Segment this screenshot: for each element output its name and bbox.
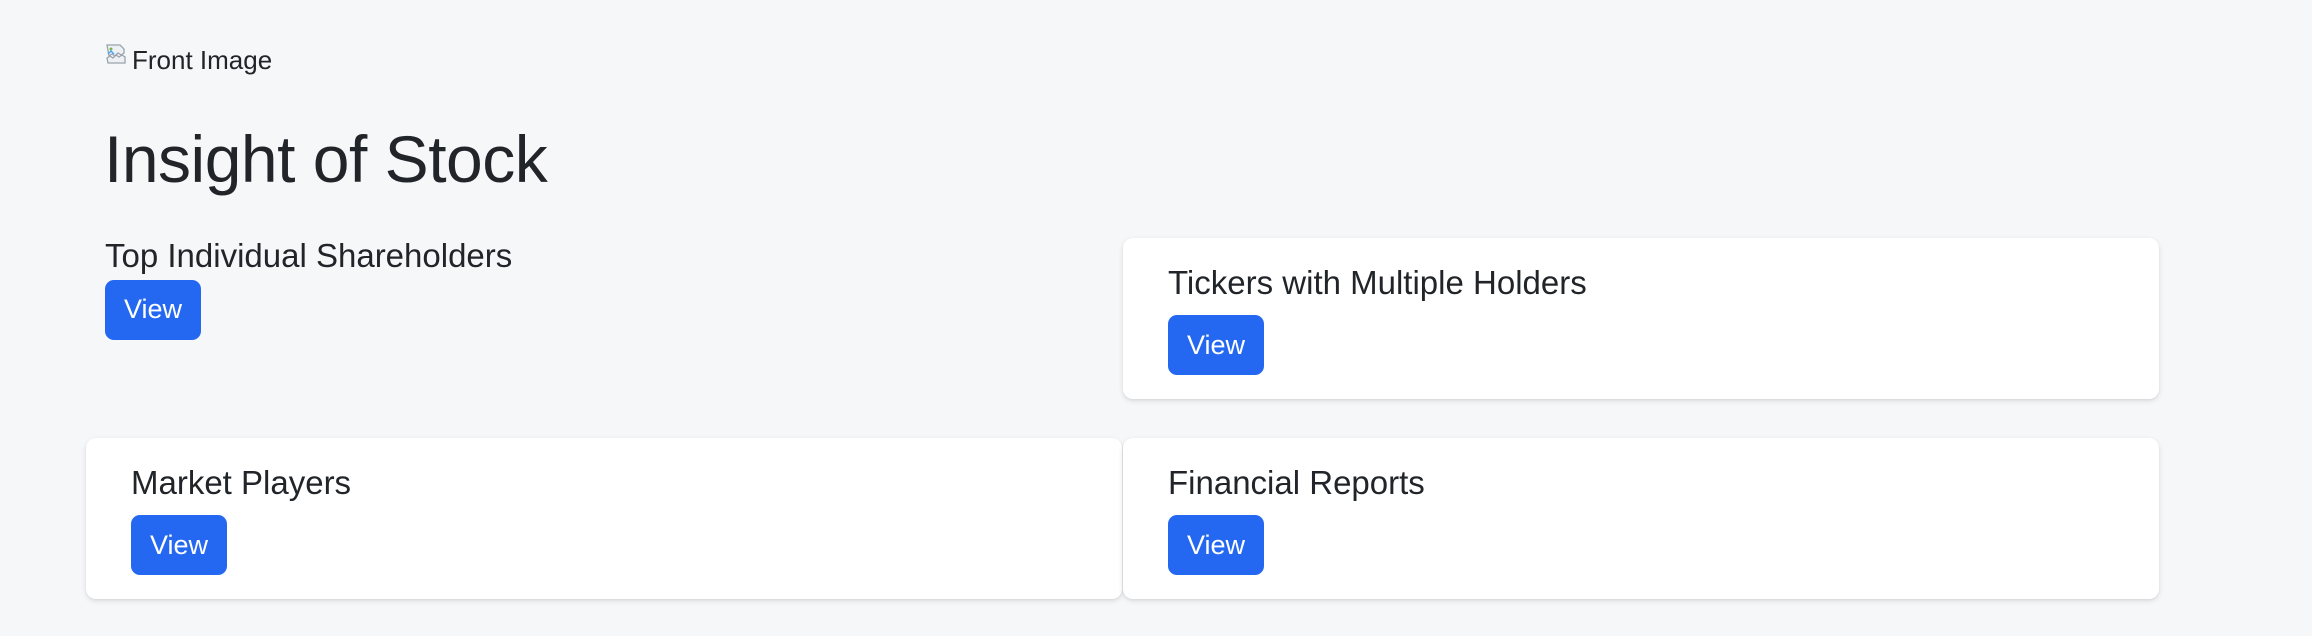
view-market-players-button[interactable]: View <box>131 515 227 575</box>
section-title: Market Players <box>131 464 352 501</box>
section-top-individual-shareholders: Top Individual Shareholders View <box>105 236 512 340</box>
front-image-alt-text: Front Image <box>132 44 273 75</box>
view-tickers-with-multiple-holders-button[interactable]: View <box>1168 315 1264 375</box>
card-market-players: Market Players View <box>86 438 1122 599</box>
section-title: Tickers with Multiple Holders <box>1168 264 1587 301</box>
page-title: Insight of Stock <box>104 122 548 196</box>
card-financial-reports: Financial Reports View <box>1123 438 2159 599</box>
section-title: Top Individual Shareholders <box>105 237 513 274</box>
view-financial-reports-button[interactable]: View <box>1168 515 1264 575</box>
broken-image-icon <box>105 42 131 68</box>
view-top-individual-shareholders-button[interactable]: View <box>105 279 201 340</box>
front-image: Front Image <box>105 44 273 75</box>
section-title: Financial Reports <box>1168 464 1425 501</box>
card-tickers-with-multiple-holders: Tickers with Multiple Holders View <box>1123 238 2159 399</box>
